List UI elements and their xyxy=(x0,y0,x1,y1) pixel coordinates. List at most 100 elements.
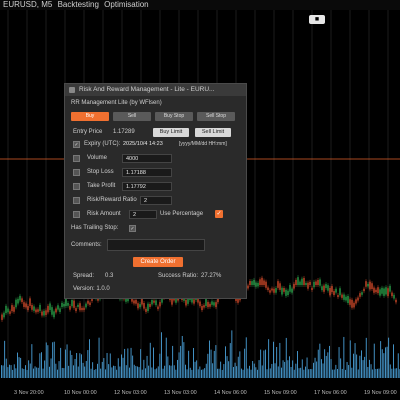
volume-bar xyxy=(17,352,18,378)
candle-body xyxy=(55,308,57,313)
trailing-stop-checkbox[interactable]: ✓ xyxy=(129,225,136,232)
volume-bar xyxy=(4,340,6,378)
dialog-title: Risk And Reward Management - Lite - EURU… xyxy=(79,86,215,93)
menu-optimisation[interactable]: Optimisation xyxy=(104,0,148,9)
tab-buy[interactable]: Buy xyxy=(71,112,109,121)
dialog-subtitle: RR Management Lite (by WFlsen) xyxy=(71,100,162,106)
volume-bar xyxy=(349,340,351,378)
take-profit-label: Take Profit xyxy=(87,183,116,189)
volume-bar xyxy=(153,347,154,378)
volume-bar xyxy=(396,368,398,378)
candle-body xyxy=(3,312,5,318)
volume-bar xyxy=(111,367,113,378)
buy-limit-button[interactable]: Buy Limit xyxy=(153,128,189,137)
create-order-button[interactable]: Create Order xyxy=(133,257,183,267)
volume-bar xyxy=(197,369,199,378)
candle-body xyxy=(187,298,189,304)
volume-bar xyxy=(63,368,65,378)
volume-bar xyxy=(290,366,292,378)
volume-bar xyxy=(380,341,382,378)
volume-bar xyxy=(215,345,217,378)
volume-bar xyxy=(74,358,76,378)
volume-bar xyxy=(383,353,385,378)
volume-bar xyxy=(249,365,250,378)
candle-body xyxy=(27,306,29,311)
volume-bar xyxy=(53,341,55,378)
rr-ratio-input[interactable]: 2 xyxy=(140,196,172,205)
sell-limit-button[interactable]: Sell Limit xyxy=(195,128,231,137)
volume-bar xyxy=(322,363,324,378)
candle-body xyxy=(277,281,279,288)
risk-amount-checkbox[interactable] xyxy=(73,211,80,218)
candle-body xyxy=(371,283,373,290)
expiry-input[interactable]: 2025/10/4 14:23 xyxy=(123,140,179,149)
volume-bar xyxy=(385,347,386,378)
dialog-titlebar[interactable]: Risk And Reward Management - Lite - EURU… xyxy=(65,84,246,96)
volume-input[interactable]: 4000 xyxy=(122,154,172,163)
volume-bar xyxy=(103,358,105,378)
tab-sell-stop[interactable]: Sell Stop xyxy=(197,112,235,121)
candle-body xyxy=(267,287,269,291)
version-label: Version: 1.0.0 xyxy=(73,286,110,292)
volume-bar xyxy=(250,369,252,378)
volume-bar xyxy=(202,369,204,378)
volume-bar xyxy=(25,365,26,378)
menu-backtesting[interactable]: Backtesting xyxy=(58,0,99,9)
comments-label: Comments: xyxy=(71,242,102,248)
volume-bar xyxy=(69,350,71,378)
volume-bar xyxy=(161,332,162,378)
volume-bar xyxy=(330,359,332,378)
risk-amount-input[interactable]: 2 xyxy=(129,210,157,219)
volume-checkbox[interactable] xyxy=(73,155,80,162)
candle-body xyxy=(253,279,255,285)
candle-body xyxy=(373,287,375,293)
candle-body xyxy=(307,282,309,289)
volume-bar xyxy=(121,354,122,378)
volume-bar xyxy=(151,367,153,378)
candle-body xyxy=(287,290,289,296)
volume-bar xyxy=(178,352,180,378)
volume-bar xyxy=(229,343,231,378)
volume-bar xyxy=(1,365,2,378)
volume-bar xyxy=(71,354,73,378)
candle-body xyxy=(343,294,345,300)
volume-bar xyxy=(212,363,214,378)
candle-body xyxy=(259,279,261,285)
candle-body xyxy=(37,309,39,312)
take-profit-input[interactable]: 1.17792 xyxy=(122,182,172,191)
stop-loss-checkbox[interactable] xyxy=(73,169,80,176)
candle-body xyxy=(209,303,211,307)
volume-bar xyxy=(305,366,306,378)
candle-body xyxy=(357,297,359,301)
volume-bar xyxy=(321,359,322,378)
volume-bar xyxy=(273,341,274,378)
expiry-checkbox[interactable]: ✓ xyxy=(73,141,80,148)
use-percentage-checkbox[interactable]: ✓ xyxy=(215,210,223,218)
comments-input[interactable] xyxy=(107,239,205,251)
take-profit-checkbox[interactable] xyxy=(73,183,80,190)
stop-loss-input[interactable]: 1.17188 xyxy=(122,168,172,177)
volume-bar xyxy=(287,360,289,378)
volume-bar xyxy=(233,366,234,378)
candle-body xyxy=(71,299,73,307)
scroll-to-end-button[interactable]: ■ xyxy=(309,15,325,24)
top-menu-bar: EURUSD, M5 Backtesting Optimisation xyxy=(0,0,400,10)
candle-body xyxy=(311,287,313,290)
candle-body xyxy=(25,303,27,308)
volume-bar xyxy=(213,350,215,378)
volume-bar xyxy=(137,366,138,378)
rr-ratio-checkbox[interactable] xyxy=(73,197,80,204)
candle-body xyxy=(35,309,37,313)
volume-bar xyxy=(154,369,156,378)
volume-bar xyxy=(191,369,193,378)
candle-body xyxy=(305,282,307,285)
candle-body xyxy=(67,302,69,306)
volume-bar xyxy=(37,367,39,378)
tab-buy-stop[interactable]: Buy Stop xyxy=(155,112,193,121)
volume-bar xyxy=(201,369,202,378)
volume-bar xyxy=(55,363,57,378)
volume-bar xyxy=(361,350,362,378)
candle-body xyxy=(53,311,55,318)
candle-body xyxy=(151,300,153,305)
tab-sell[interactable]: Sell xyxy=(113,112,151,121)
